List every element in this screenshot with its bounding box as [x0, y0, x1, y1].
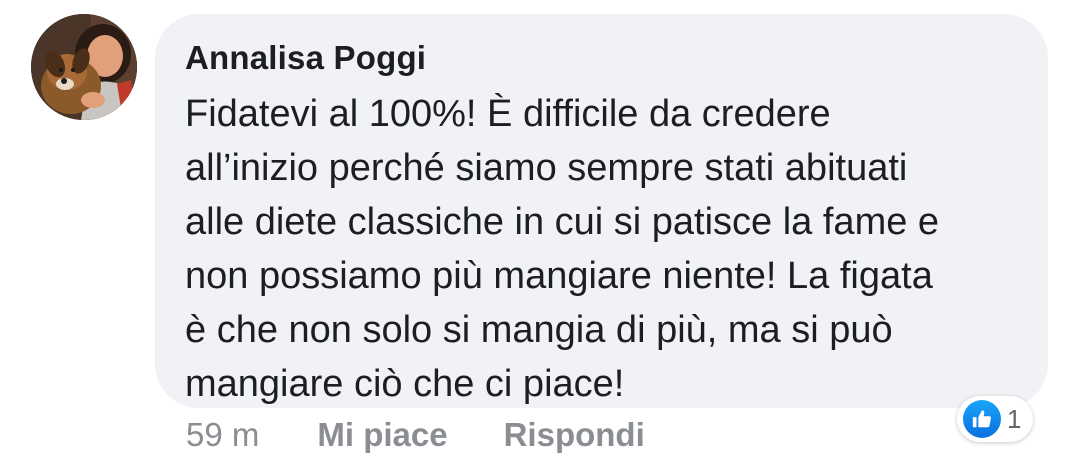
comment-text-line: Fidatevi al 100%! È difficile da credere	[185, 93, 831, 135]
reply-button[interactable]: Rispondi	[504, 416, 645, 454]
comment-text-line: alle diete classiche in cui si patisce l…	[185, 201, 940, 243]
comment-text: Fidatevi al 100%! È difficile da credere…	[185, 87, 1018, 411]
comment-text-line: mangiare ciò che ci piace!	[185, 363, 625, 405]
reaction-count: 1	[1007, 403, 1022, 434]
avatar[interactable]	[31, 14, 137, 120]
timestamp[interactable]: 59 m	[186, 416, 259, 454]
comment-actions: 59 m Mi piace Rispondi	[186, 413, 645, 457]
comment-text-line: è che non solo si mangia di più, ma si p…	[185, 309, 893, 351]
like-button[interactable]: Mi piace	[317, 416, 447, 454]
comment-text-line: all’inizio perché siamo sempre stati abi…	[185, 147, 908, 189]
comment-item: Annalisa Poggi Fidatevi al 100%! È diffi…	[0, 0, 1080, 469]
profile-photo-icon	[31, 14, 137, 120]
comment-bubble: Annalisa Poggi Fidatevi al 100%! È diffi…	[155, 14, 1048, 408]
reaction-summary[interactable]: 1	[957, 396, 1034, 442]
author-name[interactable]: Annalisa Poggi	[185, 36, 1018, 80]
comment-text-line: non possiamo più mangiare niente! La fig…	[185, 255, 933, 297]
like-icon	[963, 400, 1001, 438]
